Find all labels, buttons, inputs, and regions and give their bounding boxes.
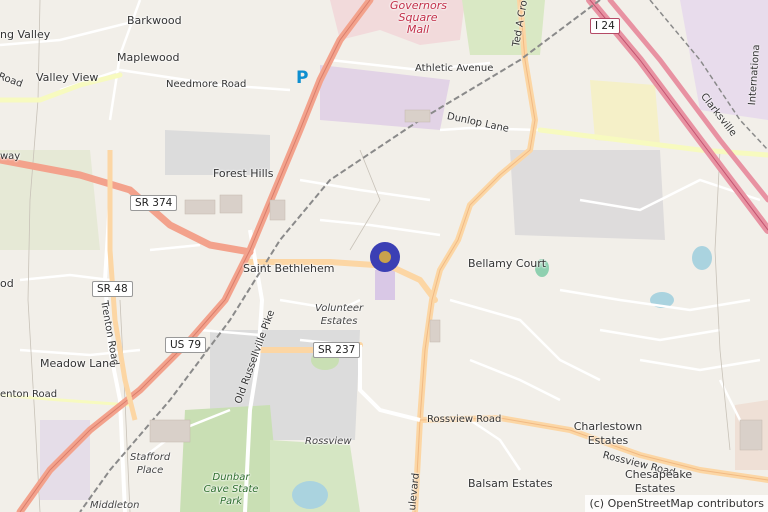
label-bellamy-court: Bellamy Court xyxy=(468,257,547,270)
label-rossview: Rossview xyxy=(305,436,352,447)
label-barkwood: Barkwood xyxy=(127,14,182,27)
label-volunteer-estates: Volunteer Estates xyxy=(315,303,364,327)
shield-sr374: SR 374 xyxy=(130,195,178,212)
label-balsam-estates: Balsam Estates xyxy=(468,477,553,490)
label-chesapeake-estates: Chesapeake Estates xyxy=(625,468,693,495)
label-rossview-road: Rossview Road xyxy=(427,414,502,425)
label-od: od xyxy=(0,277,14,290)
label-governors-square-mall: Governors Square Mall xyxy=(390,0,448,37)
label-athletic-avenue: Athletic Avenue xyxy=(415,63,494,74)
label-dunbar-cave-state-park: Dunbar Cave State Park xyxy=(203,472,259,507)
location-marker-icon[interactable] xyxy=(370,242,400,272)
shield-us79: US 79 xyxy=(165,337,207,354)
label-meadow-lane: Meadow Lane xyxy=(40,357,116,370)
label-way: way xyxy=(0,151,21,162)
label-middleton: Middleton xyxy=(90,500,140,511)
parking-icon: P xyxy=(296,68,309,88)
label-valley-view: Valley View xyxy=(36,71,99,84)
shield-sr237: SR 237 xyxy=(313,342,361,359)
map-view[interactable]: Barkwood ng Valley Maplewood Valley View… xyxy=(0,0,768,512)
label-needmore-road: Needmore Road xyxy=(166,79,247,90)
label-saint-bethlehem: Saint Bethlehem xyxy=(243,262,335,275)
green-area xyxy=(462,0,545,55)
label-forest-hills: Forest Hills xyxy=(213,167,274,180)
shield-i24: I 24 xyxy=(590,18,620,35)
label-trenton-road-west: enton Road xyxy=(0,389,58,400)
shield-sr48: SR 48 xyxy=(92,281,133,298)
label-spring-valley: ng Valley xyxy=(0,28,51,41)
label-stafford-place: Stafford Place xyxy=(130,452,171,476)
label-charlestown-estates: Charlestown Estates xyxy=(573,420,643,447)
label-maplewood: Maplewood xyxy=(117,51,180,64)
map-attribution[interactable]: (c) OpenStreetMap contributors xyxy=(585,495,768,512)
